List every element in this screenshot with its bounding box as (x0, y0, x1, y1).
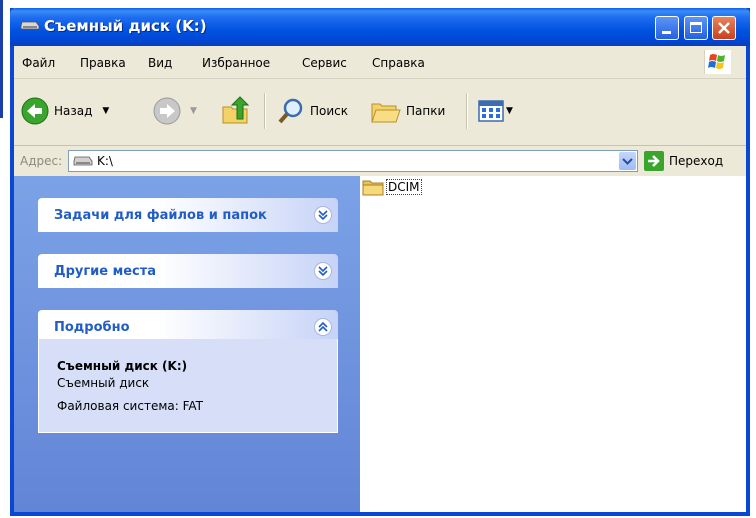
minimize-button[interactable] (655, 16, 679, 40)
windows-logo-icon (704, 50, 731, 74)
menu-help[interactable]: Справка (372, 56, 425, 70)
address-label: Адрес: (20, 154, 63, 168)
views-dropdown-icon[interactable]: ▼ (506, 106, 513, 116)
forward-dropdown-icon[interactable]: ▼ (190, 106, 197, 116)
details-name: Съемный диск (K:) (57, 359, 188, 373)
go-label: Переход (669, 154, 724, 168)
search-icon (278, 98, 303, 124)
title-bar[interactable]: Съемный диск (K:) (10, 8, 750, 46)
menu-view[interactable]: Вид (148, 56, 172, 70)
go-button[interactable]: Переход (644, 151, 723, 171)
menu-favorites[interactable]: Избранное (202, 56, 270, 70)
expand-chevron-icon[interactable] (314, 206, 332, 224)
toolbar-separator (264, 93, 266, 129)
back-button[interactable]: Назад ▼ (20, 91, 109, 131)
close-button[interactable] (712, 16, 736, 40)
address-dropdown-button[interactable] (619, 152, 636, 170)
folder-up-icon (222, 96, 250, 124)
drive-icon (20, 21, 40, 30)
folder-name: DCIM (386, 179, 422, 195)
go-arrow-icon (644, 151, 664, 171)
forward-button[interactable]: ▼ (152, 91, 197, 131)
menu-file[interactable]: Файл (22, 56, 55, 70)
file-list-pane[interactable]: DCIM (360, 176, 746, 512)
tasks-panel-header[interactable]: Задачи для файлов и папок (38, 198, 338, 232)
toolbar: Назад ▼ ▼ Поиск Папки ▼ (14, 79, 746, 146)
folder-item-dcim[interactable]: DCIM (362, 178, 422, 196)
other-places-panel-header[interactable]: Другие места (38, 254, 338, 288)
maximize-button[interactable] (684, 16, 708, 40)
other-places-panel-title: Другие места (54, 264, 157, 279)
details-panel-title: Подробно (54, 320, 130, 335)
details-filesystem: Файловая система: FAT (57, 399, 203, 413)
tasks-panel-title: Задачи для файлов и папок (54, 208, 267, 223)
maximize-icon (690, 22, 702, 33)
window-edge (0, 0, 3, 118)
chevron-down-icon (622, 158, 633, 165)
search-button[interactable]: Поиск (276, 91, 348, 131)
views-icon (478, 100, 504, 122)
up-button[interactable] (220, 91, 252, 131)
address-input[interactable]: K:\ (68, 150, 638, 172)
explorer-window: Съемный диск (K:) Файл Правка Вид Избран… (10, 8, 750, 516)
menu-bar: Файл Правка Вид Избранное Сервис Справка (14, 46, 746, 79)
folders-icon (371, 103, 401, 123)
menu-edit[interactable]: Правка (80, 56, 126, 70)
address-bar: Адрес: K:\ Переход (14, 146, 746, 176)
menu-tools[interactable]: Сервис (302, 56, 347, 70)
views-button[interactable]: ▼ (478, 91, 513, 131)
folders-label: Папки (406, 104, 446, 118)
close-icon (718, 22, 730, 34)
drive-icon (73, 156, 93, 166)
window-title: Съемный диск (K:) (44, 17, 207, 35)
folders-button[interactable]: Папки (370, 91, 445, 131)
back-arrow-icon (21, 97, 49, 125)
toolbar-separator (466, 93, 468, 129)
minimize-icon (662, 31, 671, 34)
forward-arrow-icon (153, 97, 181, 125)
folder-icon (362, 180, 384, 196)
details-type: Съемный диск (57, 376, 150, 390)
collapse-chevron-icon[interactable] (314, 318, 332, 336)
details-panel-body: Съемный диск (K:) Съемный диск Файловая … (38, 339, 338, 433)
back-label: Назад (54, 104, 93, 118)
back-dropdown-icon[interactable]: ▼ (102, 106, 109, 116)
search-label: Поиск (310, 104, 349, 118)
expand-chevron-icon[interactable] (314, 262, 332, 280)
address-value: K:\ (97, 154, 113, 168)
